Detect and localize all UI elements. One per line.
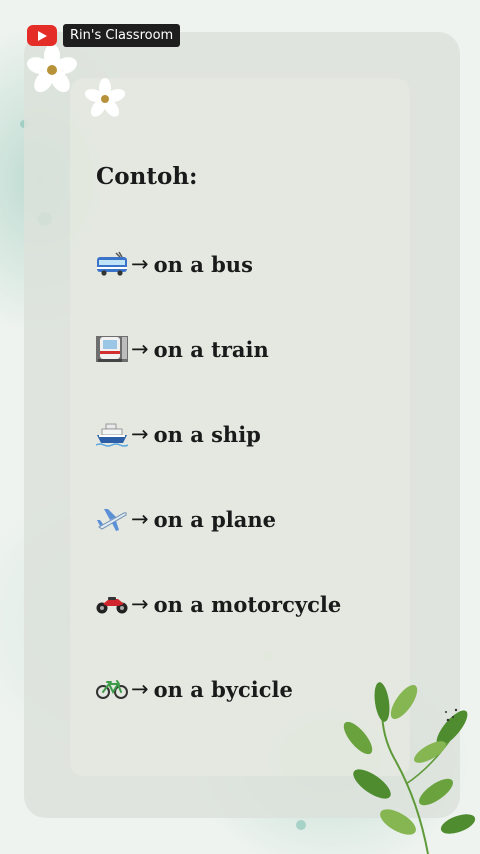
list-item: → on a motorcycle <box>96 588 341 620</box>
list-item: → on a bus <box>96 248 253 280</box>
channel-name: Rin's Classroom <box>63 24 181 47</box>
decor-dot <box>296 820 306 830</box>
arrow-symbol: → <box>131 337 149 361</box>
bicycle-icon <box>96 673 128 705</box>
item-label: on a ship <box>153 421 261 447</box>
plane-icon <box>96 503 128 535</box>
section-title: Contoh: <box>96 163 198 190</box>
flower-icon <box>84 78 126 117</box>
train-icon <box>96 333 128 365</box>
list-item: → on a plane <box>96 503 276 535</box>
youtube-play-icon <box>27 25 57 46</box>
arrow-symbol: → <box>131 507 149 531</box>
list-item: → on a bycicle <box>96 673 293 705</box>
item-label: on a train <box>153 336 269 362</box>
arrow-symbol: → <box>131 422 149 446</box>
motorcycle-icon <box>96 588 128 620</box>
ship-icon <box>96 418 128 450</box>
arrow-symbol: → <box>131 592 149 616</box>
item-label: on a bus <box>153 251 253 277</box>
arrow-symbol: → <box>131 677 149 701</box>
item-label: on a bycicle <box>153 676 293 702</box>
flower-icon <box>27 44 77 93</box>
arrow-symbol: → <box>131 252 149 276</box>
leaf-branch-decoration <box>343 682 476 854</box>
bus-icon <box>96 248 128 280</box>
item-label: on a motorcycle <box>153 591 342 617</box>
list-item: → on a train <box>96 333 269 365</box>
channel-badge[interactable]: Rin's Classroom <box>27 24 181 47</box>
list-item: → on a ship <box>96 418 261 450</box>
item-label: on a plane <box>153 506 277 532</box>
